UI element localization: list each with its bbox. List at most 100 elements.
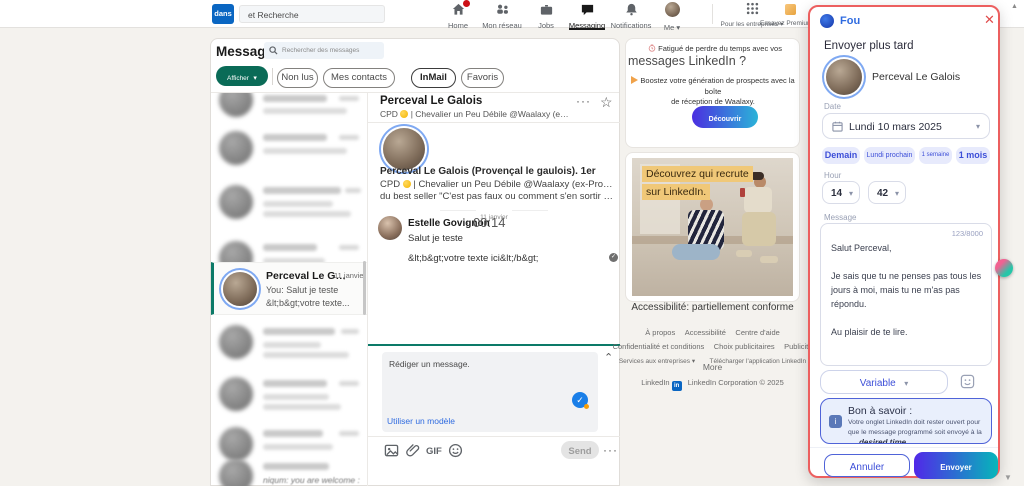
ad-headline-chip: Découvrez qui recrute [642, 166, 753, 182]
emoji-icon[interactable] [448, 443, 463, 458]
message-text: &lt;b&gt;votre texte ici&lt;/b&gt; [408, 253, 539, 264]
scrollbar-up-arrow[interactable]: ▲ [1011, 3, 1018, 10]
promo-cta-button[interactable]: Découvrir [692, 106, 758, 128]
thread-more-button[interactable]: ··· [576, 94, 591, 108]
panel-footer-divider [810, 447, 998, 448]
ad-shoes [760, 256, 778, 263]
promo-cta-label: Découvrir [708, 116, 742, 123]
send-button[interactable]: Send [561, 441, 599, 459]
bell-icon [625, 3, 637, 16]
conversation-row-blurred[interactable] [211, 177, 367, 233]
ad-person [744, 187, 772, 213]
list-scrollbar-thumb[interactable] [363, 261, 366, 315]
footer-copyright: LinkedIn Corporation © 2025 [687, 378, 784, 387]
ad-image[interactable]: Découvrez qui recrute sur LinkedIn. [632, 158, 793, 296]
waalaxy-schedule-panel: Fou ✕ Envoyer plus tard Perceval Le Galo… [808, 5, 1000, 479]
composer-box[interactable]: Rédiger un message. ✓ Utiliser un modèle [382, 352, 598, 432]
confirm-button[interactable]: Envoyer [914, 452, 998, 479]
conversation-row-blurred[interactable] [211, 125, 367, 175]
clock-icon [648, 44, 656, 52]
filter-label: Favoris [466, 72, 499, 83]
floating-extension-bubble[interactable] [995, 259, 1013, 277]
filter-favorites[interactable]: Favoris [461, 68, 504, 88]
image-icon[interactable] [384, 443, 399, 458]
emoji-picker-icon[interactable] [960, 374, 975, 389]
messages-search-placeholder: Rechercher des messages [282, 47, 360, 54]
conversation-row-selected[interactable]: Perceval Le Galois 11 janvier You: Salut… [211, 262, 367, 315]
minute-select[interactable]: 42 ▾ [868, 181, 906, 204]
gif-button[interactable]: GIF [426, 446, 442, 457]
briefcase-icon [540, 4, 552, 15]
seen-check-icon: ✓ [609, 253, 618, 262]
quick-option-next-monday[interactable]: Lundi prochain [864, 147, 915, 164]
hour-select[interactable]: 14 ▾ [822, 181, 860, 204]
thread-contact-name[interactable]: Perceval Le Galois [380, 95, 560, 107]
filter-my-contacts[interactable]: Mes contacts [323, 68, 395, 88]
tip-body: Votre onglet LinkedIn doit rester ouvert… [848, 419, 982, 436]
tip-box: i Bon à savoir : Votre onglet LinkedIn d… [820, 398, 992, 444]
pointing-hand-icon [631, 76, 639, 84]
filter-unread[interactable]: Non lus [277, 68, 318, 88]
network-icon [496, 4, 508, 14]
nav-label: Me ▾ [663, 23, 681, 32]
conversation-row-blurred[interactable] [211, 93, 367, 125]
conversation-preview: You: Salut je teste [266, 285, 339, 295]
quick-option-label: 1 semaine [921, 152, 950, 158]
promo-line1: Fatigué de perdre du temps avec vos [640, 44, 790, 53]
grid-icon [746, 2, 758, 15]
variable-dropdown[interactable]: Variable ▾ [820, 370, 948, 394]
chevron-down-icon: ▾ [894, 189, 899, 198]
calendar-icon [832, 121, 843, 132]
nav-label: Mon réseau [482, 21, 522, 30]
conversation-row-blurred[interactable] [211, 371, 367, 419]
message-text-value: Salut Perceval, Je sais que tu ne penses… [831, 243, 982, 337]
profile-name[interactable]: Perceval Le Galois (Provençal le gaulois… [380, 166, 610, 177]
nav-label: Messaging [568, 21, 606, 30]
nav-my-network[interactable]: Mon réseau [480, 2, 524, 30]
ad-shoes [736, 250, 752, 257]
messages-search-input[interactable]: Rechercher des messages [264, 42, 384, 59]
quick-option-tomorrow[interactable]: Demain [822, 147, 860, 164]
date-value: Lundi 10 mars 2025 [849, 121, 942, 133]
conversation-row-blurred[interactable]: niqum: you are welcome : [211, 451, 367, 486]
nav-jobs[interactable]: Jobs [524, 2, 568, 30]
composer-more-button[interactable]: ··· [603, 443, 618, 457]
date-divider-line [440, 210, 476, 211]
star-icon[interactable]: ☆ [600, 94, 613, 111]
message-textarea[interactable]: 123/8000 Salut Perceval, Je sais que tu … [820, 223, 992, 366]
accessibility-note: Accessibilité: partiellement conforme [631, 302, 794, 313]
composer-placeholder: Rédiger un message. [389, 359, 470, 369]
close-icon[interactable]: ✕ [984, 12, 995, 28]
conversation-row-blurred[interactable] [211, 319, 367, 369]
use-template-link[interactable]: Utiliser un modèle [387, 416, 455, 426]
linkedin-messaging-page: dans et Recherche Home Mon réseau Jobs M… [0, 0, 1024, 486]
global-search-input[interactable]: et Recherche [239, 5, 385, 23]
composer-top-accent [368, 344, 620, 346]
chevron-down-icon: ▾ [253, 75, 257, 82]
nav-label: Home [447, 21, 468, 30]
cancel-button[interactable]: Annuler [824, 454, 910, 477]
nav-notifications[interactable]: Notifications [609, 2, 653, 30]
extension-filter-dropdown[interactable]: Afficher ▾ [216, 66, 268, 86]
nav-home[interactable]: Home [436, 0, 480, 30]
filter-inmail[interactable]: InMail [411, 68, 456, 88]
profile-avatar[interactable] [383, 128, 425, 170]
footer-more-link[interactable]: More [615, 362, 810, 372]
quick-option-one-week[interactable]: 1 semaine [919, 147, 952, 164]
linkedin-logo[interactable]: dans [212, 4, 234, 24]
hour-value: 14 [831, 188, 843, 199]
list-thread-divider [367, 93, 368, 486]
attachment-icon[interactable] [406, 443, 421, 458]
info-icon: i [829, 415, 842, 428]
extension-template-bubble[interactable]: ✓ [572, 392, 589, 409]
sender-avatar[interactable] [378, 216, 402, 240]
linkedin-in-icon: in [671, 381, 682, 391]
date-picker[interactable]: Lundi 10 mars 2025 ▾ [822, 113, 990, 139]
footer-brand: LinkedIn [641, 378, 670, 387]
nav-messaging[interactable]: Messaging [565, 2, 609, 30]
filter-label: Non lus [281, 72, 314, 83]
ad-phone [740, 188, 745, 197]
quick-option-one-month[interactable]: 1 mois [956, 147, 990, 164]
nav-me[interactable]: Me ▾ [650, 2, 694, 32]
scrollbar-down-arrow[interactable]: ▼ [1004, 473, 1012, 482]
